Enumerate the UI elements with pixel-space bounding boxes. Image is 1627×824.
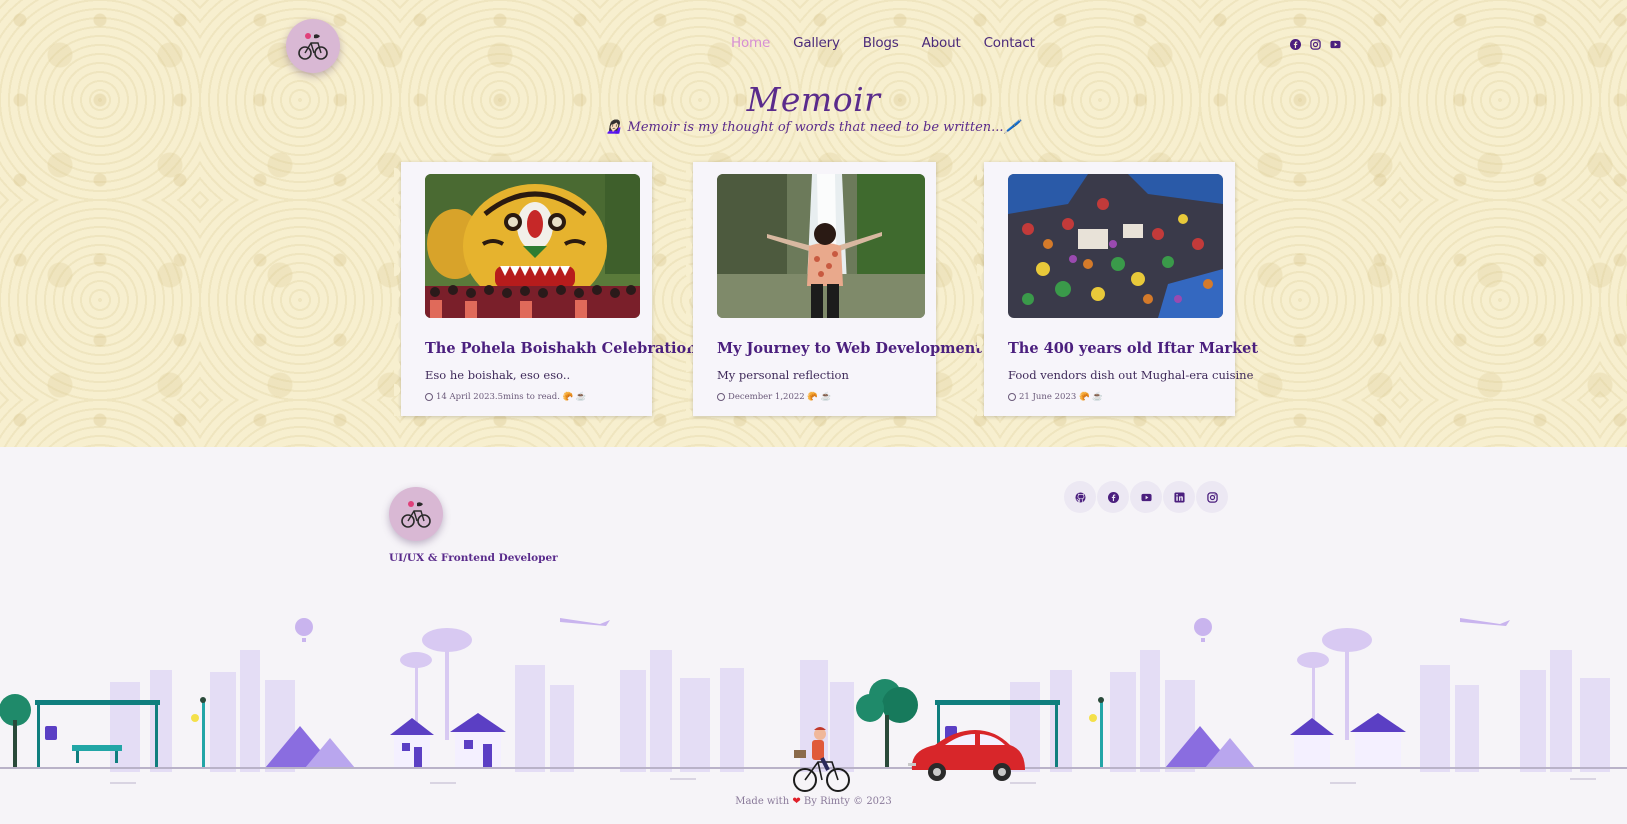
github-icon[interactable] <box>1064 481 1096 513</box>
main-nav: Home Gallery Blogs About Contact <box>731 35 1035 51</box>
card-title[interactable]: The Pohela Boishakh Celebration. <box>425 340 702 357</box>
nav-home[interactable]: Home <box>731 35 770 51</box>
blog-card[interactable]: The Pohela Boishakh Celebration. Eso he … <box>394 162 702 416</box>
hero-section: Home Gallery Blogs About Contact Memoir … <box>0 0 1627 447</box>
footer-role: UI/UX & Frontend Developer <box>389 552 558 564</box>
instagram-icon[interactable] <box>1310 39 1321 50</box>
header-social-links <box>1290 39 1341 50</box>
card-meta: 14 April 2023.5mins to read. 🥐 ☕ <box>425 392 586 402</box>
linkedin-icon[interactable] <box>1163 481 1195 513</box>
footer-social-links <box>1064 481 1228 513</box>
card-description: Eso he boishak, eso eso.. <box>425 368 571 382</box>
iftar-market-photo <box>1008 174 1223 318</box>
bicycle-logo-icon <box>401 501 431 528</box>
card-meta-text: 14 April 2023.5mins to read. 🥐 ☕ <box>436 392 587 402</box>
facebook-icon[interactable] <box>1097 481 1129 513</box>
heart-icon: ❤ <box>792 796 801 807</box>
footer-credit: Made with ❤ By Rimty © 2023 <box>0 796 1627 807</box>
card-meta-text: 21 June 2023 🥐 ☕ <box>1019 392 1103 402</box>
page-title: Memoir <box>746 80 881 119</box>
bicycle-logo-icon <box>298 33 328 60</box>
page-subtitle: 💁🏻‍♀️ Memoir is my thought of words that… <box>607 120 1020 135</box>
tiger-mask-festival-photo <box>425 174 640 318</box>
card-meta-text: December 1,2022 🥐 ☕ <box>728 392 832 402</box>
card-title[interactable]: My Journey to Web Development <box>717 340 982 357</box>
waterfall-photo <box>717 174 925 318</box>
blog-card[interactable]: The 400 years old Iftar Market Food vend… <box>977 162 1258 416</box>
youtube-icon[interactable] <box>1330 39 1341 50</box>
clock-icon <box>425 393 433 401</box>
nav-contact[interactable]: Contact <box>984 35 1035 51</box>
credit-prefix: Made with <box>735 796 790 807</box>
card-description: My personal reflection <box>717 368 849 382</box>
city-street-illustration <box>0 618 1627 792</box>
footer-logo[interactable] <box>389 487 443 541</box>
card-meta: 21 June 2023 🥐 ☕ <box>1008 392 1103 402</box>
youtube-icon[interactable] <box>1130 481 1162 513</box>
nav-gallery[interactable]: Gallery <box>793 35 840 51</box>
site-logo[interactable] <box>286 19 340 73</box>
card-title[interactable]: The 400 years old Iftar Market <box>1008 340 1258 357</box>
card-meta: December 1,2022 🥐 ☕ <box>717 392 831 402</box>
blog-card[interactable]: My Journey to Web Development My persona… <box>686 162 982 416</box>
instagram-icon[interactable] <box>1196 481 1228 513</box>
facebook-icon[interactable] <box>1290 39 1301 50</box>
clock-icon <box>717 393 725 401</box>
clock-icon <box>1008 393 1016 401</box>
nav-about[interactable]: About <box>922 35 961 51</box>
card-description: Food vendors dish out Mughal-era cuisine <box>1008 368 1254 382</box>
nav-blogs[interactable]: Blogs <box>863 35 899 51</box>
credit-suffix: By Rimty © 2023 <box>803 796 892 807</box>
